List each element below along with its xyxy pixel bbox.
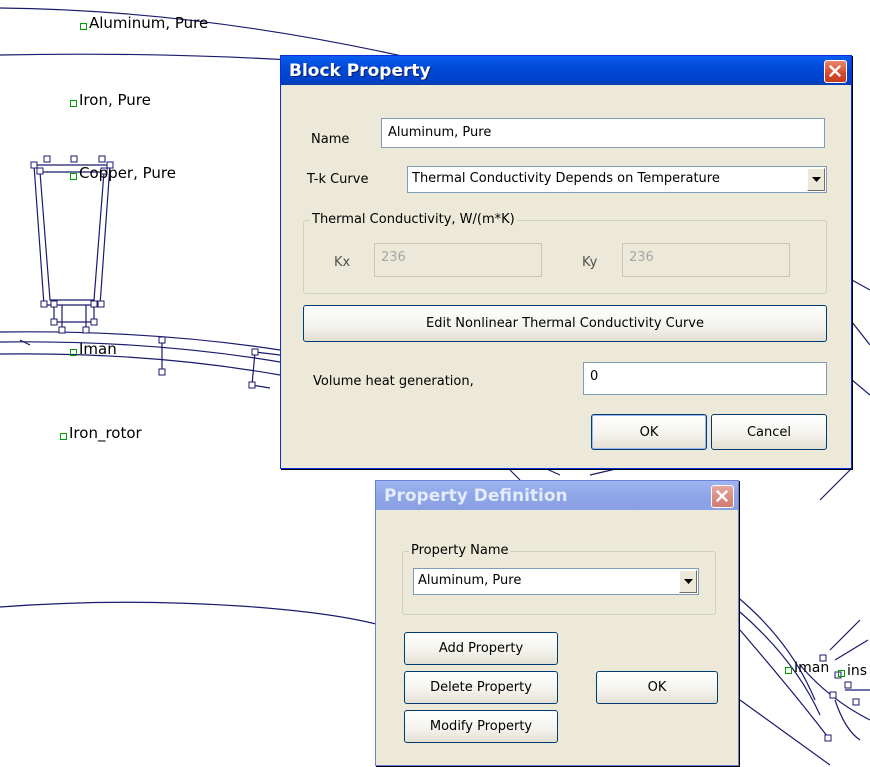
property-name-group: Property Name Aluminum, Pure: [402, 543, 716, 615]
block-label-iron[interactable]: Iron, Pure: [70, 91, 151, 109]
dialog-title: Block Property: [289, 61, 431, 81]
name-input[interactable]: Aluminum, Pure: [381, 118, 825, 148]
thermal-conductivity-legend: Thermal Conductivity, W/(m*K): [310, 212, 517, 227]
block-node-icon: [70, 100, 77, 107]
tk-curve-select[interactable]: Thermal Conductivity Depends on Temperat…: [407, 166, 827, 193]
block-label-iron-rotor[interactable]: Iron_rotor: [60, 424, 142, 442]
property-dropdown-button[interactable]: [679, 570, 697, 593]
modify-property-button[interactable]: Modify Property: [404, 710, 558, 743]
cancel-button[interactable]: Cancel: [711, 414, 827, 450]
kx-input[interactable]: 236: [374, 243, 542, 277]
thermal-conductivity-group: Thermal Conductivity, W/(m*K) Kx 236 Ky …: [303, 212, 827, 294]
tk-curve-dropdown-button[interactable]: [807, 168, 825, 191]
tk-curve-value: Thermal Conductivity Depends on Temperat…: [412, 171, 720, 186]
delete-property-button[interactable]: Delete Property: [404, 671, 558, 704]
heat-generation-input[interactable]: 0: [583, 362, 827, 395]
property-definition-dialog: Property Definition Property Name Alumin…: [375, 480, 739, 766]
ky-label: Ky: [582, 255, 598, 270]
property-definition-titlebar[interactable]: Property Definition: [376, 481, 738, 510]
dialog-title: Property Definition: [384, 486, 568, 506]
kx-label: Kx: [334, 255, 351, 270]
block-property-dialog: Block Property Name Aluminum, Pure T-k C…: [280, 55, 852, 469]
property-name-legend: Property Name: [409, 543, 511, 558]
block-node-icon: [80, 23, 87, 30]
block-node-icon: [838, 670, 845, 677]
block-label-iman[interactable]: Iman: [70, 340, 117, 358]
property-name-select[interactable]: Aluminum, Pure: [413, 568, 699, 595]
block-label-copper[interactable]: Copper, Pure: [70, 164, 176, 182]
block-label-aluminum[interactable]: Aluminum, Pure: [80, 14, 208, 32]
chevron-down-icon: [684, 579, 693, 584]
block-node-icon: [70, 173, 77, 180]
block-node-icon: [70, 349, 77, 356]
ok-button[interactable]: OK: [591, 414, 707, 450]
tk-curve-label: T-k Curve: [307, 172, 369, 187]
chevron-down-icon: [812, 177, 821, 182]
ok-button[interactable]: OK: [596, 671, 718, 704]
block-label-ins[interactable]: ins: [838, 663, 867, 679]
property-name-value: Aluminum, Pure: [418, 573, 522, 588]
close-icon: [829, 65, 841, 77]
close-icon: [716, 490, 728, 502]
close-button[interactable]: [824, 60, 847, 83]
name-label: Name: [311, 132, 350, 147]
block-property-titlebar[interactable]: Block Property: [281, 56, 851, 85]
add-property-button[interactable]: Add Property: [404, 632, 558, 665]
ky-input[interactable]: 236: [622, 243, 790, 277]
heat-generation-label: Volume heat generation,: [313, 374, 474, 389]
block-label-iman-2[interactable]: Iman: [785, 660, 829, 676]
block-node-icon: [785, 667, 792, 674]
block-node-icon: [60, 433, 67, 440]
edit-curve-button[interactable]: Edit Nonlinear Thermal Conductivity Curv…: [303, 305, 827, 342]
close-button[interactable]: [711, 485, 734, 508]
